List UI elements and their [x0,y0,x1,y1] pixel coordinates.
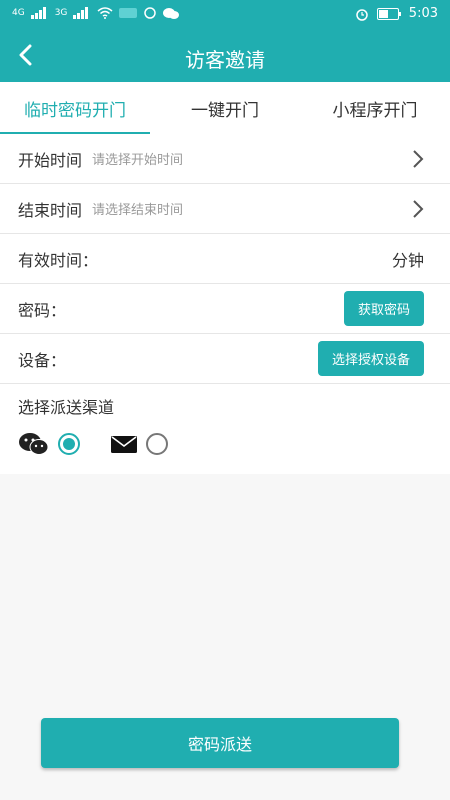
mail-icon [111,436,137,453]
alarm-icon [356,8,368,21]
app-bar: 访客邀请 [0,30,450,82]
start-time-hint: 请选择开始时间 [92,153,184,168]
device-label: 设备： [18,350,67,370]
page-title: 访客邀请 [185,48,265,72]
status-right: 5:03 [355,6,438,21]
wechat-status-icon [163,7,180,19]
form-list: 开始时间 请选择开始时间 结束时间 请选择结束时间 有效时间： 分钟 密码： 获… [0,134,450,474]
channel-section: 选择派送渠道 [0,384,450,474]
channel-label: 选择派送渠道 [18,398,115,417]
chevron-right-icon [413,150,424,168]
sync-icon [144,7,157,19]
battery-icon [376,7,401,20]
tab-one-click[interactable]: 一键开门 [150,82,300,134]
channel-options [18,432,432,456]
tab-label: 临时密码开门 [24,100,126,121]
radio-dot [63,438,75,450]
tab-label: 小程序开门 [332,100,418,121]
wifi-icon [97,7,113,19]
valid-time-unit: 分钟 [391,250,424,270]
status-bar: 4G 3G 5:03 [0,0,450,30]
tab-label: 一键开门 [191,100,259,121]
get-password-button[interactable]: 获取密码 [343,291,424,326]
mail-radio[interactable] [146,433,168,455]
status-time: 5:03 [408,6,438,21]
end-time-hint: 请选择结束时间 [92,203,184,218]
end-time-row[interactable]: 结束时间 请选择结束时间 [0,184,450,234]
start-time-label: 开始时间 [18,150,83,170]
network-label-2: 3G [54,8,68,18]
tab-temp-password[interactable]: 临时密码开门 [0,82,150,134]
channel-option-mail[interactable] [110,433,168,455]
tab-bar: 临时密码开门 一键开门 小程序开门 [0,82,450,134]
channel-option-wechat[interactable] [18,432,80,456]
network-label-1: 4G [12,8,25,18]
password-label: 密码： [18,300,67,320]
select-device-button[interactable]: 选择授权设备 [317,341,424,376]
password-row: 密码： 获取密码 [0,284,450,334]
valid-time-row[interactable]: 有效时间： 分钟 [0,234,450,284]
start-time-row[interactable]: 开始时间 请选择开始时间 [0,134,450,184]
status-left: 4G 3G [12,6,180,20]
valid-time-label: 有效时间： [18,250,99,270]
signal-icon [30,7,49,19]
app-badge-icon [119,8,138,18]
send-password-button[interactable]: 密码派送 [41,718,399,768]
wechat-radio[interactable] [58,433,80,455]
wechat-icon [19,433,49,455]
device-row: 设备： 选择授权设备 [0,334,450,384]
tab-mini-program[interactable]: 小程序开门 [300,82,450,134]
chevron-right-icon [413,200,424,218]
signal-icon-2 [73,7,91,19]
end-time-label: 结束时间 [18,200,83,220]
